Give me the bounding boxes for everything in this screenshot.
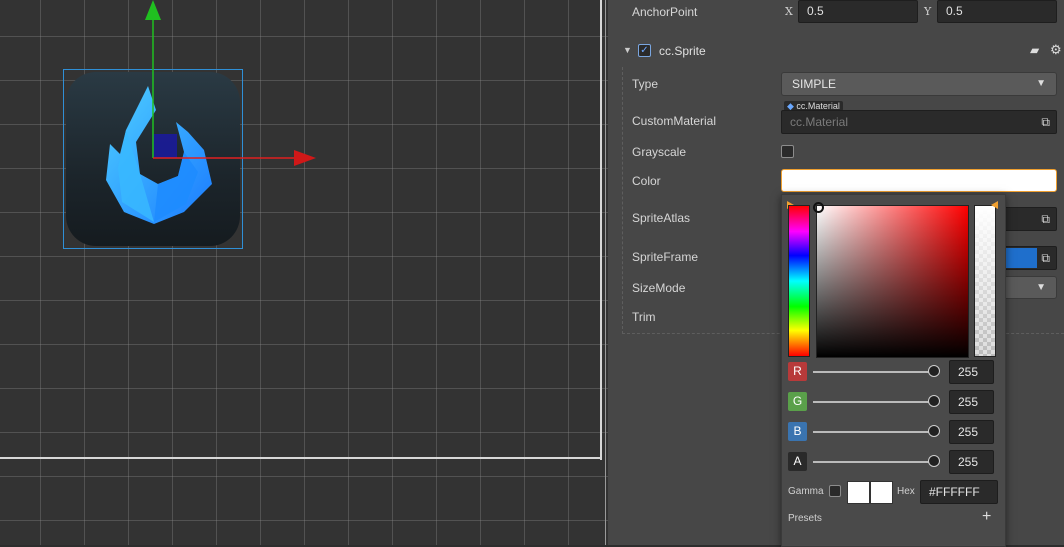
channel-track-b[interactable] <box>813 431 935 433</box>
channel-tag-r: R <box>788 362 807 381</box>
channel-input-b[interactable]: 255 <box>949 420 994 444</box>
gamma-label: Gamma <box>788 486 824 497</box>
channel-input-a[interactable]: 255 <box>949 450 994 474</box>
selected-sprite-node[interactable] <box>63 69 243 249</box>
panel-divider <box>605 0 606 545</box>
hex-label: Hex <box>897 486 915 497</box>
anchor-point-row: AnchorPoint X 0.5 Y 0.5 <box>608 0 1064 24</box>
anchor-y-axis-label: Y <box>924 5 932 18</box>
channel-tag-g: G <box>788 392 807 411</box>
picker-icon[interactable]: ⧉ <box>1041 251 1050 265</box>
alpha-marker[interactable] <box>991 201 998 209</box>
size-mode-label: SizeMode <box>632 281 686 295</box>
color-label: Color <box>632 174 661 188</box>
y-axis-arrow <box>145 0 161 20</box>
channel-row-r: R 255 <box>788 360 998 384</box>
picker-icon[interactable]: ⧉ <box>1041 212 1050 226</box>
sprite-image <box>66 72 240 246</box>
channel-knob-r[interactable] <box>928 365 940 377</box>
color-picker-popup[interactable]: R 255 G 255 B 255 A 255 Gamma Hex #FFFFF… <box>781 194 1006 547</box>
anchor-point-label: AnchorPoint <box>632 5 698 19</box>
anchor-x-input[interactable]: 0.5 <box>798 0 918 23</box>
component-title: cc.Sprite <box>659 44 706 58</box>
sprite-component-header[interactable]: ▼ ✓ cc.Sprite ▰ ⚙ <box>608 40 1064 62</box>
saturation-value-area[interactable] <box>813 202 969 358</box>
sprite-atlas-label: SpriteAtlas <box>632 211 691 225</box>
channel-knob-g[interactable] <box>928 395 940 407</box>
type-select[interactable]: SIMPLE ▼ <box>781 72 1057 96</box>
x-axis-arrow <box>294 150 316 166</box>
caret-down-icon: ▼ <box>1036 282 1046 293</box>
channel-tag-b: B <box>788 422 807 441</box>
sprite-frame-label: SpriteFrame <box>632 250 699 264</box>
anchor-x-axis-label: X <box>785 5 793 18</box>
saturation-value-knob[interactable] <box>813 202 824 213</box>
previous-color-swatch[interactable] <box>847 481 870 504</box>
anchor-y-input[interactable]: 0.5 <box>937 0 1057 23</box>
channel-row-b: B 255 <box>788 420 998 444</box>
canvas-border-bottom <box>0 457 602 459</box>
type-label: Type <box>632 77 659 91</box>
channel-knob-b[interactable] <box>928 425 940 437</box>
channel-row-g: G 255 <box>788 390 998 414</box>
channel-input-g[interactable]: 255 <box>949 390 994 414</box>
caret-down-icon: ▼ <box>1036 78 1046 89</box>
picker-icon[interactable]: ⧉ <box>1041 111 1050 133</box>
hex-input[interactable]: #FFFFFF <box>920 480 998 504</box>
sprite-frame-field[interactable]: ⧉ <box>998 246 1057 270</box>
channel-track-r[interactable] <box>813 371 935 373</box>
canvas-border-right <box>600 0 602 460</box>
type-select-value: SIMPLE <box>792 77 837 91</box>
gamma-checkbox[interactable] <box>829 485 841 497</box>
sprite-atlas-field[interactable]: ⧉ <box>998 207 1057 231</box>
grayscale-label: Grayscale <box>632 145 687 159</box>
plus-icon[interactable]: + <box>982 508 991 526</box>
color-swatch-field[interactable] <box>781 169 1057 192</box>
current-color-swatch[interactable] <box>870 481 893 504</box>
channel-input-r[interactable]: 255 <box>949 360 994 384</box>
collapse-caret-icon[interactable]: ▼ <box>623 45 632 55</box>
custom-material-label: CustomMaterial <box>632 114 717 128</box>
custom-material-placeholder: cc.Material <box>790 115 849 129</box>
channel-row-a: A 255 <box>788 450 998 474</box>
channel-knob-a[interactable] <box>928 455 940 467</box>
presets-label: Presets <box>788 513 822 524</box>
custom-material-field[interactable]: cc.Material ⧉ <box>781 110 1057 134</box>
hue-slider[interactable] <box>788 205 810 357</box>
book-icon[interactable]: ▰ <box>1030 43 1039 57</box>
channel-track-g[interactable] <box>813 401 935 403</box>
channel-tag-a: A <box>788 452 807 471</box>
trim-label: Trim <box>632 310 656 324</box>
alpha-slider[interactable] <box>974 205 996 357</box>
component-enabled-checkbox[interactable]: ✓ <box>638 44 651 57</box>
gear-icon[interactable]: ⚙ <box>1050 42 1062 58</box>
channel-track-a[interactable] <box>813 461 935 463</box>
grayscale-checkbox[interactable] <box>781 145 794 158</box>
size-mode-select[interactable]: ▼ <box>998 276 1057 299</box>
scene-view[interactable] <box>0 0 608 545</box>
